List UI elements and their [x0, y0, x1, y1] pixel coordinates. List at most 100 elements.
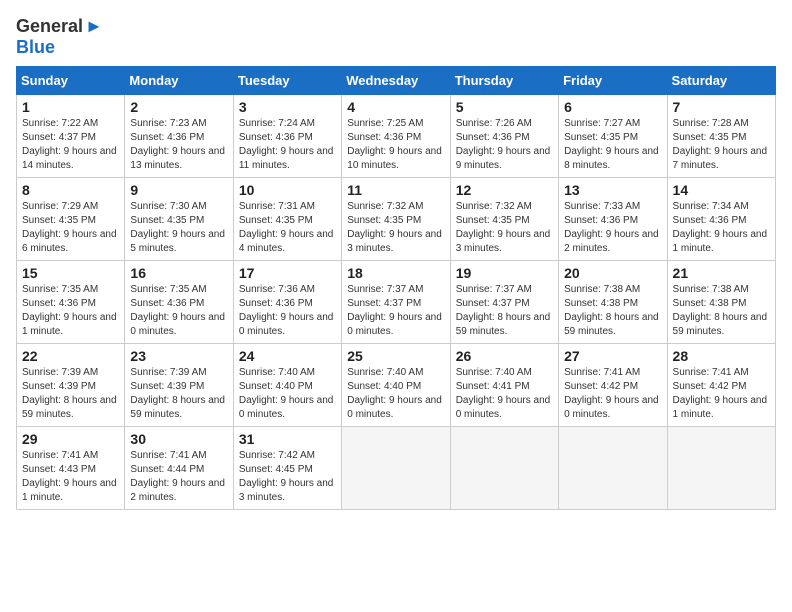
- logo-blue: Blue: [16, 37, 55, 57]
- calendar-week-row: 15 Sunrise: 7:35 AMSunset: 4:36 PMDayligh…: [17, 261, 776, 344]
- logo-general: General: [16, 16, 83, 36]
- day-info: Sunrise: 7:25 AMSunset: 4:36 PMDaylight:…: [347, 117, 444, 173]
- day-info: Sunrise: 7:33 AMSunset: 4:36 PMDaylight:…: [564, 200, 661, 256]
- day-info: Sunrise: 7:31 AMSunset: 4:35 PMDaylight:…: [239, 200, 336, 256]
- day-number: 14: [673, 182, 770, 198]
- calendar-week-row: 1 Sunrise: 7:22 AMSunset: 4:37 PMDaylight…: [17, 95, 776, 178]
- calendar-cell: 5 Sunrise: 7:26 AMSunset: 4:36 PMDaylight…: [450, 95, 558, 178]
- day-info: Sunrise: 7:29 AMSunset: 4:35 PMDaylight:…: [22, 200, 119, 256]
- day-number: 15: [22, 265, 119, 281]
- day-info: Sunrise: 7:40 AMSunset: 4:40 PMDaylight:…: [347, 366, 444, 422]
- calendar-header-sunday: Sunday: [17, 67, 125, 95]
- calendar-header-friday: Friday: [559, 67, 667, 95]
- day-number: 2: [130, 99, 227, 115]
- calendar-header-monday: Monday: [125, 67, 233, 95]
- calendar-cell: [667, 427, 775, 510]
- day-info: Sunrise: 7:28 AMSunset: 4:35 PMDaylight:…: [673, 117, 770, 173]
- logo-container: General► Blue: [16, 16, 103, 58]
- day-number: 25: [347, 348, 444, 364]
- calendar-cell: [342, 427, 450, 510]
- day-info: Sunrise: 7:35 AMSunset: 4:36 PMDaylight:…: [130, 283, 227, 339]
- day-number: 21: [673, 265, 770, 281]
- day-number: 17: [239, 265, 336, 281]
- day-number: 7: [673, 99, 770, 115]
- day-info: Sunrise: 7:37 AMSunset: 4:37 PMDaylight:…: [456, 283, 553, 339]
- calendar-cell: 30 Sunrise: 7:41 AMSunset: 4:44 PMDayligh…: [125, 427, 233, 510]
- calendar-header-tuesday: Tuesday: [233, 67, 341, 95]
- day-info: Sunrise: 7:27 AMSunset: 4:35 PMDaylight:…: [564, 117, 661, 173]
- day-info: Sunrise: 7:39 AMSunset: 4:39 PMDaylight:…: [130, 366, 227, 422]
- calendar-cell: 18 Sunrise: 7:37 AMSunset: 4:37 PMDayligh…: [342, 261, 450, 344]
- calendar-week-row: 8Sunrise: 7:29 AMSunset: 4:35 PMDaylight…: [17, 178, 776, 261]
- calendar-cell: 23Sunrise: 7:39 AMSunset: 4:39 PMDayligh…: [125, 344, 233, 427]
- day-number: 13: [564, 182, 661, 198]
- calendar-cell: [450, 427, 558, 510]
- calendar-cell: 2Sunrise: 7:23 AMSunset: 4:36 PMDaylight…: [125, 95, 233, 178]
- calendar-header-saturday: Saturday: [667, 67, 775, 95]
- calendar-header-thursday: Thursday: [450, 67, 558, 95]
- day-info: Sunrise: 7:32 AMSunset: 4:35 PMDaylight:…: [347, 200, 444, 256]
- day-number: 10: [239, 182, 336, 198]
- calendar-cell: 24Sunrise: 7:40 AMSunset: 4:40 PMDayligh…: [233, 344, 341, 427]
- calendar-cell: 31Sunrise: 7:42 AMSunset: 4:45 PMDayligh…: [233, 427, 341, 510]
- day-info: Sunrise: 7:39 AMSunset: 4:39 PMDaylight:…: [22, 366, 119, 422]
- calendar-header-row: SundayMondayTuesdayWednesdayThursdayFrid…: [17, 67, 776, 95]
- day-number: 11: [347, 182, 444, 198]
- day-number: 18: [347, 265, 444, 281]
- day-info: Sunrise: 7:34 AMSunset: 4:36 PMDaylight:…: [673, 200, 770, 256]
- day-info: Sunrise: 7:41 AMSunset: 4:42 PMDaylight:…: [564, 366, 661, 422]
- calendar-cell: 27 Sunrise: 7:41 AMSunset: 4:42 PMDayligh…: [559, 344, 667, 427]
- day-info: Sunrise: 7:42 AMSunset: 4:45 PMDaylight:…: [239, 449, 336, 505]
- day-number: 24: [239, 348, 336, 364]
- calendar-cell: 7 Sunrise: 7:28 AMSunset: 4:35 PMDaylight…: [667, 95, 775, 178]
- calendar-cell: 22 Sunrise: 7:39 AMSunset: 4:39 PMDayligh…: [17, 344, 125, 427]
- day-number: 9: [130, 182, 227, 198]
- calendar-cell: 8Sunrise: 7:29 AMSunset: 4:35 PMDaylight…: [17, 178, 125, 261]
- day-info: Sunrise: 7:24 AMSunset: 4:36 PMDaylight:…: [239, 117, 336, 173]
- logo-bird-icon: ►: [85, 16, 103, 36]
- calendar-cell: 12Sunrise: 7:32 AMSunset: 4:35 PMDayligh…: [450, 178, 558, 261]
- day-number: 19: [456, 265, 553, 281]
- day-number: 16: [130, 265, 227, 281]
- day-info: Sunrise: 7:40 AMSunset: 4:41 PMDaylight:…: [456, 366, 553, 422]
- calendar-cell: 25 Sunrise: 7:40 AMSunset: 4:40 PMDayligh…: [342, 344, 450, 427]
- calendar-header-wednesday: Wednesday: [342, 67, 450, 95]
- day-number: 3: [239, 99, 336, 115]
- day-number: 30: [130, 431, 227, 447]
- calendar-cell: 10 Sunrise: 7:31 AMSunset: 4:35 PMDayligh…: [233, 178, 341, 261]
- day-number: 26: [456, 348, 553, 364]
- header: General► Blue: [16, 16, 776, 58]
- day-info: Sunrise: 7:41 AMSunset: 4:44 PMDaylight:…: [130, 449, 227, 505]
- day-info: Sunrise: 7:38 AMSunset: 4:38 PMDaylight:…: [673, 283, 770, 339]
- calendar-cell: 6 Sunrise: 7:27 AMSunset: 4:35 PMDaylight…: [559, 95, 667, 178]
- day-info: Sunrise: 7:41 AMSunset: 4:43 PMDaylight:…: [22, 449, 119, 505]
- day-number: 6: [564, 99, 661, 115]
- calendar-cell: 13 Sunrise: 7:33 AMSunset: 4:36 PMDayligh…: [559, 178, 667, 261]
- calendar-cell: 1 Sunrise: 7:22 AMSunset: 4:37 PMDaylight…: [17, 95, 125, 178]
- day-number: 20: [564, 265, 661, 281]
- calendar-cell: 29Sunrise: 7:41 AMSunset: 4:43 PMDayligh…: [17, 427, 125, 510]
- day-info: Sunrise: 7:30 AMSunset: 4:35 PMDaylight:…: [130, 200, 227, 256]
- calendar-cell: 11 Sunrise: 7:32 AMSunset: 4:35 PMDayligh…: [342, 178, 450, 261]
- day-info: Sunrise: 7:22 AMSunset: 4:37 PMDaylight:…: [22, 117, 119, 173]
- day-number: 22: [22, 348, 119, 364]
- day-info: Sunrise: 7:37 AMSunset: 4:37 PMDaylight:…: [347, 283, 444, 339]
- day-number: 5: [456, 99, 553, 115]
- day-info: Sunrise: 7:26 AMSunset: 4:36 PMDaylight:…: [456, 117, 553, 173]
- logo: General► Blue: [16, 16, 103, 58]
- calendar-cell: 3 Sunrise: 7:24 AMSunset: 4:36 PMDaylight…: [233, 95, 341, 178]
- calendar-cell: 14 Sunrise: 7:34 AMSunset: 4:36 PMDayligh…: [667, 178, 775, 261]
- calendar-cell: 9 Sunrise: 7:30 AMSunset: 4:35 PMDaylight…: [125, 178, 233, 261]
- day-number: 28: [673, 348, 770, 364]
- day-number: 27: [564, 348, 661, 364]
- calendar-cell: 4Sunrise: 7:25 AMSunset: 4:36 PMDaylight…: [342, 95, 450, 178]
- day-info: Sunrise: 7:38 AMSunset: 4:38 PMDaylight:…: [564, 283, 661, 339]
- calendar-week-row: 29Sunrise: 7:41 AMSunset: 4:43 PMDayligh…: [17, 427, 776, 510]
- calendar-cell: 17Sunrise: 7:36 AMSunset: 4:36 PMDayligh…: [233, 261, 341, 344]
- calendar-cell: 20 Sunrise: 7:38 AMSunset: 4:38 PMDayligh…: [559, 261, 667, 344]
- day-info: Sunrise: 7:41 AMSunset: 4:42 PMDaylight:…: [673, 366, 770, 422]
- day-number: 1: [22, 99, 119, 115]
- calendar-cell: 15Sunrise: 7:35 AMSunset: 4:36 PMDayligh…: [17, 261, 125, 344]
- day-info: Sunrise: 7:32 AMSunset: 4:35 PMDaylight:…: [456, 200, 553, 256]
- calendar-week-row: 22 Sunrise: 7:39 AMSunset: 4:39 PMDayligh…: [17, 344, 776, 427]
